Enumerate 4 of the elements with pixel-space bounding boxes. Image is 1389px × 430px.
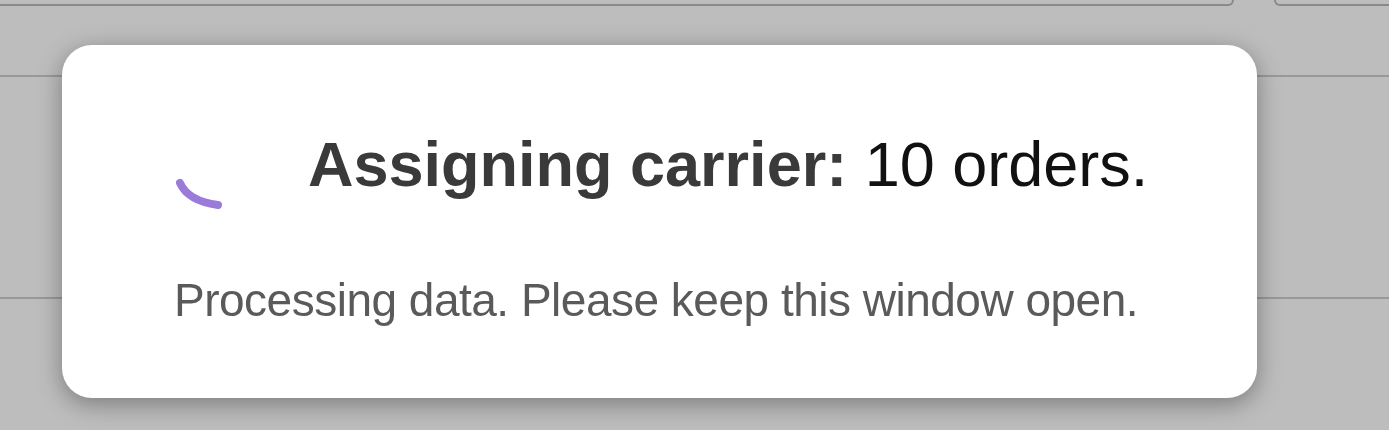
input-field[interactable]: [0, 0, 1234, 6]
progress-message: Processing data. Please keep this window open.: [174, 273, 1140, 327]
dialog-title: Assigning carrier: 10 orders.: [308, 128, 1149, 200]
input-field[interactable]: [1274, 0, 1389, 6]
